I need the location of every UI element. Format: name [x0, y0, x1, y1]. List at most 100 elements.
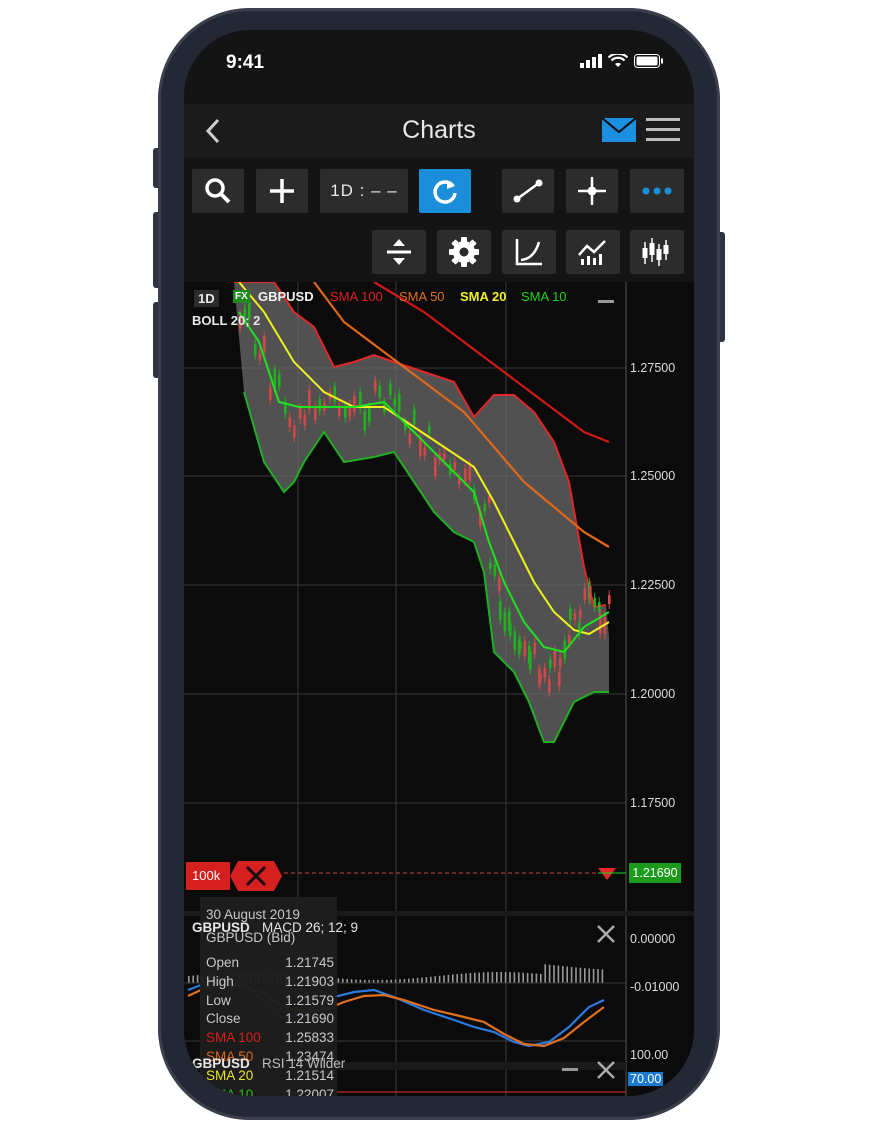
candle-body — [493, 564, 497, 576]
tooltip-row-label: SMA 100 — [206, 1030, 261, 1046]
close-macd-icon[interactable] — [596, 924, 616, 944]
candle-body — [523, 641, 527, 657]
chart-type-button[interactable] — [566, 230, 620, 274]
close-rsi-icon[interactable] — [596, 1060, 616, 1080]
hamburger-menu-icon[interactable] — [646, 116, 680, 144]
signal-icon — [580, 54, 602, 68]
candle-body — [498, 577, 501, 591]
gear-icon — [449, 237, 479, 267]
macd-hist-bar — [601, 969, 604, 983]
macd-hist-bar — [562, 966, 564, 983]
macd-hist-bar — [460, 973, 463, 983]
settings-button[interactable] — [437, 230, 491, 274]
tooltip-row-value: 1.21903 — [285, 973, 334, 989]
candle-body — [513, 631, 517, 651]
candle-body — [393, 398, 397, 406]
macd-hist-bar — [430, 976, 432, 983]
resize-panel-button[interactable] — [372, 230, 426, 274]
chart-area[interactable]: 1D FX GBPUSD SMA 100 SMA 50 SMA 20 SMA 1… — [184, 282, 694, 1096]
more-button[interactable] — [630, 169, 684, 213]
refresh-icon — [433, 180, 457, 204]
mail-icon[interactable] — [602, 116, 636, 144]
timeframe-label: 1D : – – — [330, 181, 398, 200]
macd-hist-bar — [513, 972, 516, 983]
sma-50-legend: SMA 50 — [399, 289, 445, 304]
add-button[interactable] — [256, 169, 308, 213]
crosshair-button[interactable] — [566, 169, 618, 213]
macd-hist-bar — [579, 967, 582, 983]
candle-body — [374, 380, 377, 391]
macd-hist-bar — [412, 978, 414, 983]
macd-hist-bar — [588, 968, 590, 983]
candlestick-icon — [642, 238, 669, 266]
macd-hist-bar — [522, 972, 524, 983]
candle-body — [483, 504, 487, 512]
tooltip-row-value: 1.25833 — [285, 1030, 334, 1046]
candle-body — [558, 672, 561, 687]
candle-body — [573, 613, 577, 621]
sma-10-legend: SMA 10 — [521, 289, 567, 304]
tooltip-row-value: 1.21579 — [285, 992, 334, 1008]
macd-hist-bar — [447, 974, 450, 983]
plus-icon — [270, 179, 294, 203]
candle-body — [263, 336, 266, 352]
candle-body — [389, 383, 392, 395]
minimize-icon[interactable] — [598, 299, 616, 305]
candle-body — [353, 395, 356, 413]
rsi-label: RSI 14 Wilder — [262, 1056, 346, 1071]
price-axis-label: 1.22500 — [630, 578, 676, 592]
macd-hist-bar — [509, 972, 511, 983]
candle-body — [568, 635, 571, 644]
candles-button[interactable] — [630, 230, 684, 274]
candle-body — [303, 414, 307, 426]
candle-body — [543, 667, 547, 679]
candle-body — [413, 408, 416, 425]
macd-hist-bar — [403, 978, 406, 983]
macd-hist-bar — [452, 974, 454, 983]
refresh-button[interactable] — [419, 169, 471, 213]
macd-hist-bar — [474, 972, 476, 983]
candle-body — [258, 353, 262, 361]
trendline-icon — [513, 179, 543, 203]
price-axis-label: 1.20000 — [630, 687, 676, 701]
candle-body — [318, 399, 322, 411]
timeframe-button[interactable]: 1D : – – — [320, 169, 408, 213]
line-bar-chart-icon — [578, 240, 606, 265]
sma-20-legend: SMA 20 — [460, 289, 507, 304]
macd-hist-bar — [188, 976, 190, 983]
status-bar: 9:41 — [184, 30, 694, 100]
macd-hist-bar — [408, 978, 410, 983]
macd-hist-bar — [469, 973, 472, 983]
candle-body — [368, 406, 371, 422]
candle-body — [519, 641, 522, 649]
status-icons — [580, 54, 664, 68]
candle-body — [398, 393, 401, 412]
search-button[interactable] — [192, 169, 244, 213]
status-time: 9:41 — [226, 52, 265, 73]
macd-axis-label: -0.01000 — [630, 980, 680, 994]
macd-hist-bar — [575, 967, 577, 983]
candle-body — [293, 425, 296, 438]
candle-body — [278, 374, 281, 387]
minimize-rsi-icon[interactable] — [562, 1067, 580, 1073]
studies-button[interactable] — [502, 230, 556, 274]
tooltip-row: Open 1.21745 — [206, 955, 334, 970]
current-price-tag: 1.21690 — [629, 863, 681, 883]
tooltip-row-value: 1.21745 — [285, 955, 334, 970]
macd-hist-bar — [531, 973, 533, 983]
macd-hist-bar — [544, 964, 546, 983]
trendline-button[interactable] — [502, 169, 554, 213]
macd-hist-bar — [425, 977, 428, 983]
candle-body — [608, 595, 611, 605]
macd-label: MACD 26; 12; 9 — [262, 920, 359, 935]
candle-body — [509, 622, 512, 636]
sell-arrow-icon[interactable] — [598, 868, 616, 880]
candle-body — [489, 562, 492, 570]
interval-label: 1D — [194, 290, 219, 307]
macd-hist-bar — [399, 979, 401, 983]
order-quantity-tag[interactable]: 100k — [186, 862, 230, 890]
candle-body — [589, 586, 592, 600]
rsi-axis-label: 100.00 — [630, 1048, 669, 1062]
close-order-icon[interactable] — [230, 861, 282, 891]
candle-body — [559, 657, 562, 667]
